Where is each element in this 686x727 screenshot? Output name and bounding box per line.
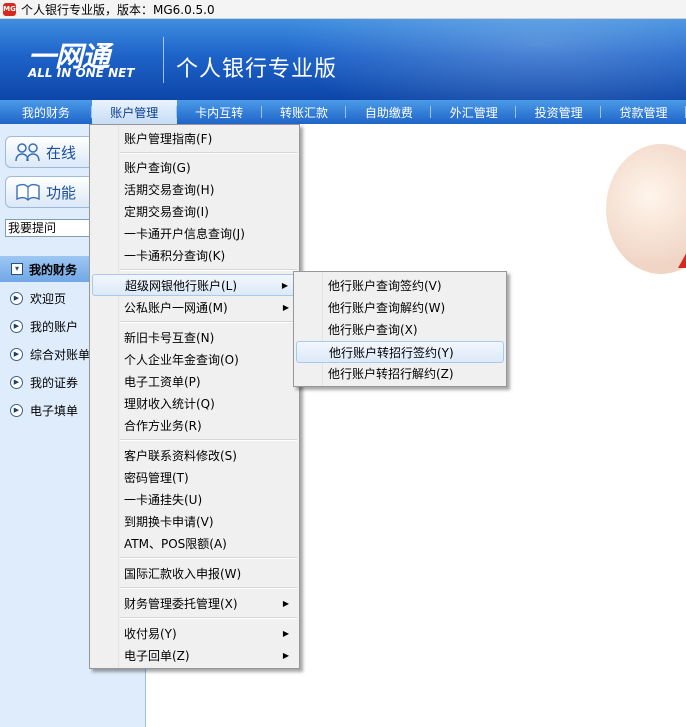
submenu-item-transfer-cancel[interactable]: 他行账户转招行解约(Z)	[296, 362, 504, 384]
nav-loans[interactable]: 贷款管理	[601, 100, 686, 124]
menu-item-card-number-lookup[interactable]: 新旧卡号互查(N)	[92, 326, 297, 348]
submenu-arrow-icon: ▶	[282, 650, 289, 660]
menu-item-card-renewal[interactable]: 到期换卡申请(V)	[92, 510, 297, 532]
menu-item-public-private-accounts[interactable]: 公私账户一网通(M) ▶	[92, 296, 297, 318]
submenu-item-query-cancel[interactable]: 他行账户查询解约(W)	[296, 296, 504, 318]
menu-item-account-query[interactable]: 账户查询(G)	[92, 156, 297, 178]
play-bullet-icon: ▶	[10, 291, 23, 305]
play-bullet-icon: ▶	[10, 319, 23, 333]
menu-separator	[120, 152, 297, 154]
menu-separator	[120, 439, 297, 441]
submenu-arrow-icon: ▶	[282, 628, 289, 638]
sidebar-item-label: 欢迎页	[30, 291, 67, 306]
menu-item-wealth-income-stats[interactable]: 理财收入统计(Q)	[92, 392, 297, 414]
people-icon	[12, 141, 44, 163]
nav-investment[interactable]: 投资管理	[516, 100, 601, 124]
sidebar-item-label: 综合对账单	[30, 347, 91, 362]
nav-account-management[interactable]: 账户管理	[91, 100, 177, 124]
menu-item-card-open-info[interactable]: 一卡通开户信息查询(J)	[92, 222, 297, 244]
menu-item-annuity-query[interactable]: 个人企业年金查询(O)	[92, 348, 297, 370]
sidebar-item-label: 我的证券	[30, 375, 79, 390]
menu-separator	[120, 321, 297, 323]
menu-item-guide[interactable]: 账户管理指南(F)	[92, 127, 297, 149]
brand-logo-subtitle: ALL IN ONE NET	[28, 66, 135, 80]
nav-self-payment[interactable]: 自助缴费	[346, 100, 432, 124]
submenu-item-query[interactable]: 他行账户查询(X)	[296, 318, 504, 340]
menu-item-current-transactions[interactable]: 活期交易查询(H)	[92, 178, 297, 200]
play-bullet-icon: ▶	[10, 347, 23, 361]
menu-item-intl-remittance-declaration[interactable]: 国际汇款收入申报(W)	[92, 562, 297, 584]
window-title: 个人银行专业版，版本：MG6.0.5.0	[21, 2, 215, 17]
menu-separator	[120, 557, 297, 559]
decorative-red-mark	[678, 250, 686, 268]
submenu-item-transfer-sign[interactable]: 他行账户转招行签约(Y)	[296, 341, 504, 363]
menu-item-shoufuyi[interactable]: 收付易(Y) ▶	[92, 622, 297, 644]
submenu-item-query-sign[interactable]: 他行账户查询签约(V)	[296, 274, 504, 296]
menu-item-card-loss-report[interactable]: 一卡通挂失(U)	[92, 488, 297, 510]
banner-decoration	[280, 19, 686, 100]
submenu-arrow-icon: ▶	[282, 598, 289, 608]
menu-item-e-payslip[interactable]: 电子工资单(P)	[92, 370, 297, 392]
sidebar-item-label: 我的账户	[30, 319, 79, 334]
collapse-icon: ▾	[11, 263, 23, 275]
nav-forex[interactable]: 外汇管理	[431, 100, 517, 124]
menu-item-password-management[interactable]: 密码管理(T)	[92, 466, 297, 488]
main-nav: 我的财务 账户管理 卡内互转 转账汇款 自助缴费 外汇管理 投资管理 贷款管理	[0, 100, 686, 124]
logo-divider	[163, 37, 164, 83]
app-logo-icon: MG	[3, 2, 16, 16]
product-name: 个人银行专业版	[176, 57, 338, 82]
menu-separator	[120, 269, 297, 271]
header-banner: 一网通 ALL IN ONE NET 个人银行专业版	[0, 19, 686, 100]
menu-item-card-points[interactable]: 一卡通积分查询(K)	[92, 244, 297, 266]
online-service-label: 在线	[46, 143, 77, 162]
menu-item-atm-pos-limit[interactable]: ATM、POS限额(A)	[92, 532, 297, 554]
menu-item-e-receipt[interactable]: 电子回单(Z) ▶	[92, 644, 297, 666]
menu-separator	[120, 587, 297, 589]
nav-remittance[interactable]: 转账汇款	[262, 100, 347, 124]
menu-item-financial-entrustment[interactable]: 财务管理委托管理(X) ▶	[92, 592, 297, 614]
title-bar: MG 个人银行专业版，版本：MG6.0.5.0	[0, 0, 686, 19]
section-title: 我的财务	[29, 262, 78, 277]
play-bullet-icon: ▶	[10, 403, 23, 417]
menu-item-contact-info-edit[interactable]: 客户联系资料修改(S)	[92, 444, 297, 466]
submenu-arrow-icon: ▶	[282, 302, 289, 312]
ask-question-input[interactable]: 我要提问	[5, 219, 93, 237]
nav-my-finance[interactable]: 我的财务	[0, 100, 92, 124]
nav-card-transfer[interactable]: 卡内互转	[177, 100, 262, 124]
menu-item-fixed-transactions[interactable]: 定期交易查询(I)	[92, 200, 297, 222]
sidebar-item-label: 电子填单	[30, 403, 79, 418]
submenu-arrow-icon: ▶	[281, 280, 288, 290]
account-management-menu: 账户管理指南(F) 账户查询(G) 活期交易查询(H) 定期交易查询(I) 一卡…	[89, 124, 300, 669]
menu-item-partner-business[interactable]: 合作方业务(R)	[92, 414, 297, 436]
menu-separator	[120, 617, 297, 619]
function-label: 功能	[46, 183, 77, 202]
play-bullet-icon: ▶	[10, 375, 23, 389]
menu-item-other-bank-accounts[interactable]: 超级网银他行账户(L) ▶	[92, 274, 297, 296]
book-icon	[12, 181, 44, 203]
other-bank-submenu: 他行账户查询签约(V) 他行账户查询解约(W) 他行账户查询(X) 他行账户转招…	[293, 271, 507, 387]
